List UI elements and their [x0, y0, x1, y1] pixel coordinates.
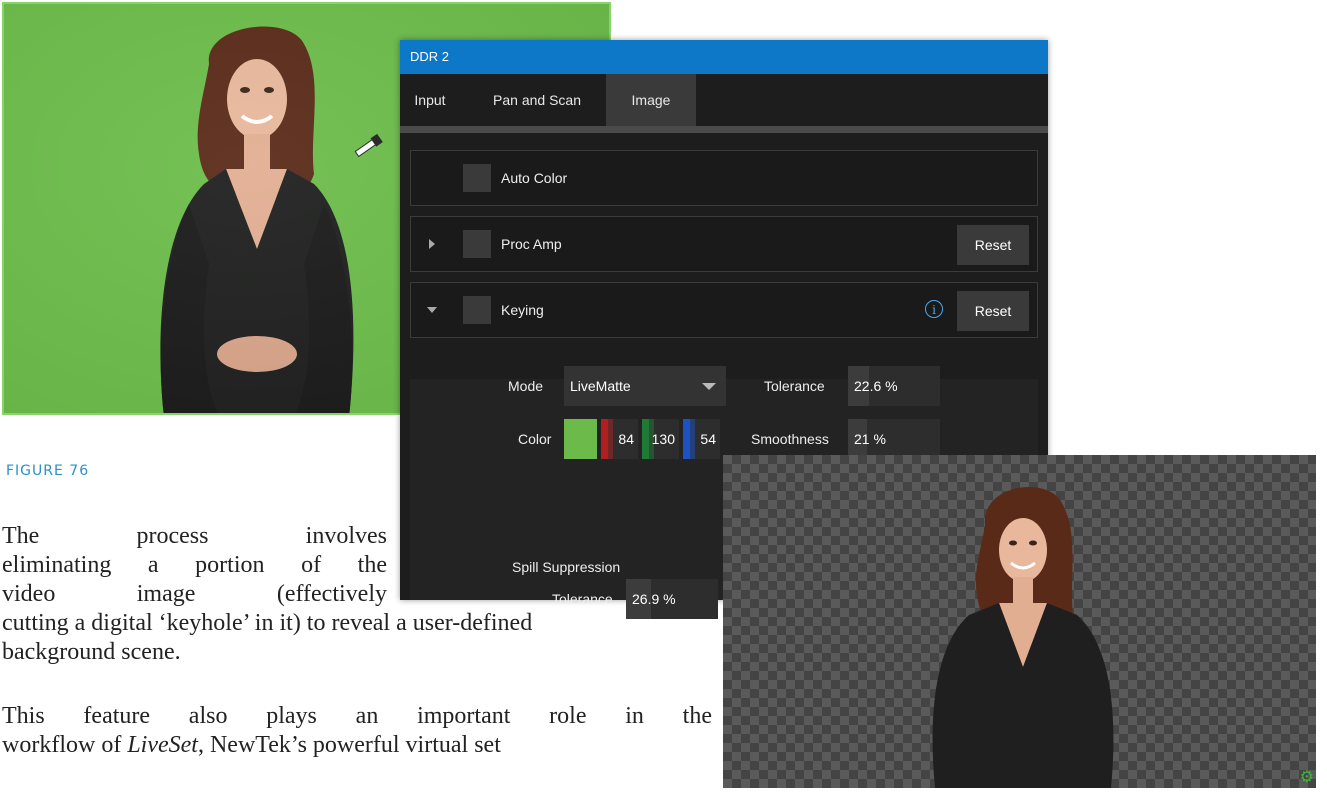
green-bar	[642, 419, 649, 459]
mode-dropdown[interactable]: LiveMatte	[564, 366, 726, 406]
color-red-value: 84	[618, 431, 634, 447]
paragraph-line: The process involves	[2, 523, 387, 549]
red-bar-shadow	[608, 419, 613, 459]
paragraph-line: This feature also plays an important rol…	[2, 703, 712, 729]
smoothness-label: Smoothness	[751, 431, 829, 447]
chevron-down-icon	[702, 383, 716, 390]
mode-value: LiveMatte	[570, 378, 631, 394]
tolerance-value: 22.6 %	[854, 378, 898, 394]
mode-label: Mode	[508, 378, 544, 394]
auto-color-label: Auto Color	[501, 170, 568, 186]
keying-label: Keying	[501, 302, 544, 318]
paragraph-line: eliminating a portion of the	[2, 552, 387, 578]
proc-amp-checkbox[interactable]	[463, 230, 491, 258]
text-span: , NewTek’s powerful virtual set	[197, 732, 501, 758]
keying-reset-button[interactable]: Reset	[957, 291, 1029, 331]
collapse-arrow-icon[interactable]	[427, 307, 437, 313]
info-icon[interactable]: i	[925, 300, 943, 318]
auto-color-checkbox[interactable]	[463, 164, 491, 192]
spill-tolerance-slider[interactable]: 26.9 %	[626, 579, 718, 619]
tolerance-slider[interactable]: 22.6 %	[848, 366, 940, 406]
proc-amp-row[interactable]: Proc Amp Reset	[410, 216, 1038, 272]
color-label: Color	[518, 431, 552, 447]
presenter-figure	[932, 486, 1114, 788]
color-swatch[interactable]	[564, 419, 597, 459]
tab-pan-and-scan[interactable]: Pan and Scan	[482, 74, 592, 126]
text-span: workflow of	[2, 732, 128, 758]
smoothness-value: 21 %	[854, 431, 886, 447]
smoothness-slider[interactable]: 21 %	[848, 419, 940, 459]
blue-bar	[683, 419, 690, 459]
tab-bar: Input Pan and Scan Image	[400, 74, 1048, 133]
color-red-field[interactable]: 84	[601, 419, 638, 459]
color-blue-value: 54	[700, 431, 716, 447]
color-blue-field[interactable]: 54	[683, 419, 720, 459]
dialog-title: DDR 2	[400, 40, 1048, 74]
color-green-value: 130	[651, 431, 675, 447]
expand-arrow-icon[interactable]	[429, 239, 435, 249]
red-bar	[601, 419, 608, 459]
blue-bar-shadow	[690, 419, 695, 459]
spill-tolerance-label: Tolerance	[552, 591, 613, 607]
gear-icon[interactable]: ⚙	[1300, 770, 1314, 786]
tolerance-label: Tolerance	[764, 378, 825, 394]
tab-input[interactable]: Input	[400, 74, 460, 126]
keying-checkbox[interactable]	[463, 296, 491, 324]
spill-suppression-label: Spill Suppression	[512, 559, 621, 575]
keying-row[interactable]: Keying i Reset	[410, 282, 1038, 338]
color-green-field[interactable]: 130	[642, 419, 679, 459]
tab-image[interactable]: Image	[606, 74, 696, 126]
proc-amp-reset-button[interactable]: Reset	[957, 225, 1029, 265]
auto-color-row: Auto Color	[410, 150, 1038, 206]
proc-amp-label: Proc Amp	[501, 236, 562, 252]
keyed-result-photo: ⚙	[723, 455, 1316, 788]
paragraph-line: workflow of LiveSet, NewTek’s powerful v…	[2, 731, 712, 760]
liveset-term: LiveSet	[127, 732, 198, 758]
paragraph-line: video image (effectively	[2, 581, 387, 607]
eyedropper-icon	[354, 133, 383, 158]
spill-tolerance-value: 26.9 %	[632, 591, 676, 607]
figure-caption: FIGURE 76	[6, 463, 90, 479]
paragraph-line: background scene.	[2, 639, 181, 665]
